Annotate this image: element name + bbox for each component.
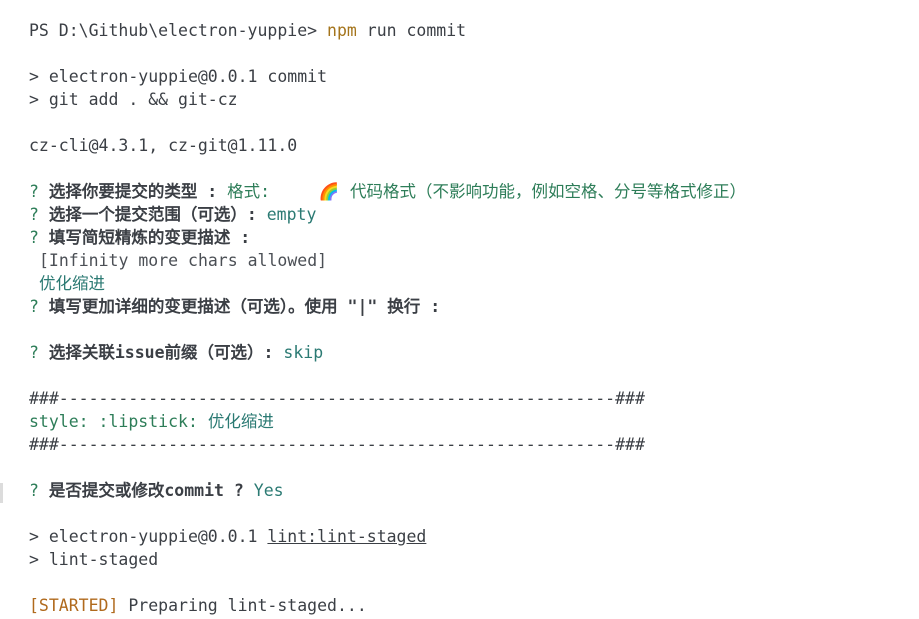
answer-issue: skip [273,343,324,362]
prompt-path: PS D:\Github\electron-yuppie> [29,21,328,40]
status-started-tag: [STARTED] [29,596,119,615]
subject-hint: [Infinity more chars allowed] [39,251,328,270]
question-label: 选择关联issue前缀（可选）: [48,343,274,362]
question-label: 选择一个提交范围（可选）: [48,205,257,224]
preview-divider-bottom: ###-------------------------------------… [29,435,645,454]
rainbow-icon: 🌈 [318,182,340,201]
question-body: ? 填写更加详细的变更描述（可选）。使用 "|" 换行 : [29,295,440,318]
question-label: 选择你要提交的类型 : [48,182,218,201]
gutter-marker [0,483,3,503]
lint-script-line: > electron-yuppie@0.0.1 lint:lint-staged [29,525,426,548]
question-issue: ? 选择关联issue前缀（可选）: skip [29,341,323,364]
question-confirm: ? 是否提交或修改commit ? Yes [29,479,284,502]
preview-message-text: 优化缩进 [207,412,274,431]
question-label: 是否提交或修改commit ? [48,481,244,500]
question-type: ? 选择你要提交的类型 : 格式: 🌈 代码格式（不影响功能，例如空格、分号等格式… [29,180,746,203]
answer-confirm: Yes [243,481,284,500]
answer-type-desc: 代码格式（不影响功能，例如空格、分号等格式修正） [340,182,747,201]
answer-subject: 优化缩进 [39,274,105,293]
prompt-line: PS D:\Github\electron-yuppie> npm run co… [29,19,466,42]
prompt-command-args: run commit [356,21,467,40]
versions-line: cz-cli@4.3.1, cz-git@1.11.0 [29,136,298,155]
answer-scope: empty [256,205,317,224]
preview-divider-top: ###-------------------------------------… [29,389,645,408]
question-label: 填写更加详细的变更描述（可选）。使用 "|" 换行 : [48,297,441,316]
question-scope: ? 选择一个提交范围（可选）: empty [29,203,316,226]
question-mark: ? [29,297,49,316]
question-mark: ? [29,182,49,201]
answer-type-prefix: 格式: [217,182,271,201]
terminal-output[interactable]: PS D:\Github\electron-yuppie> npm run co… [0,0,919,619]
preview-message: style: :lipstick: 优化缩进 [29,410,274,433]
lint-command-line: > lint-staged [29,550,159,569]
lint-script-prefix: > electron-yuppie@0.0.1 [29,527,268,546]
question-subject: ? 填写简短精炼的变更描述 : [29,226,250,249]
status-text: Preparing lint-staged... [118,596,367,615]
question-label: 填写简短精炼的变更描述 : [48,228,251,247]
prompt-command-npm: npm [327,21,357,40]
question-mark: ? [29,481,49,500]
question-mark: ? [29,228,49,247]
question-mark: ? [29,343,49,362]
question-mark: ? [29,205,49,224]
lint-script-link[interactable]: lint:lint-staged [267,527,426,546]
lint-status-line: [STARTED] Preparing lint-staged... [29,594,367,617]
npm-command-line: > git add . && git-cz [29,90,238,109]
npm-script-line: > electron-yuppie@0.0.1 commit [29,67,328,86]
preview-message-type: style: :lipstick: [29,412,208,431]
